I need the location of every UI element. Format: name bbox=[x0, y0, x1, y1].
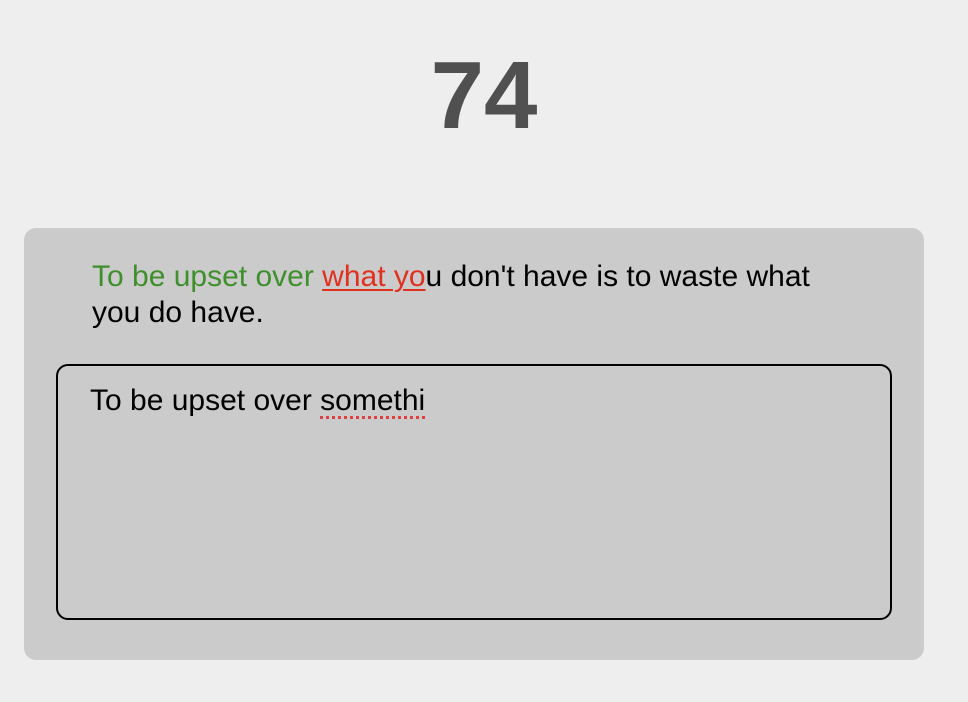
typing-input[interactable]: To be upset over somethi bbox=[56, 364, 892, 620]
typing-panel: To be upset over what you don't have is … bbox=[24, 228, 924, 660]
typed-text: To be upset over somethi bbox=[90, 383, 425, 419]
prompt-correct-text: To be upset over bbox=[92, 260, 323, 293]
prompt-text: To be upset over what you don't have is … bbox=[92, 259, 832, 331]
countdown-timer: 74 bbox=[430, 42, 538, 149]
typed-text-content: To be upset over bbox=[90, 384, 321, 417]
prompt-error-text: what yo bbox=[322, 260, 426, 293]
misspelled-word: somethi bbox=[320, 384, 426, 417]
